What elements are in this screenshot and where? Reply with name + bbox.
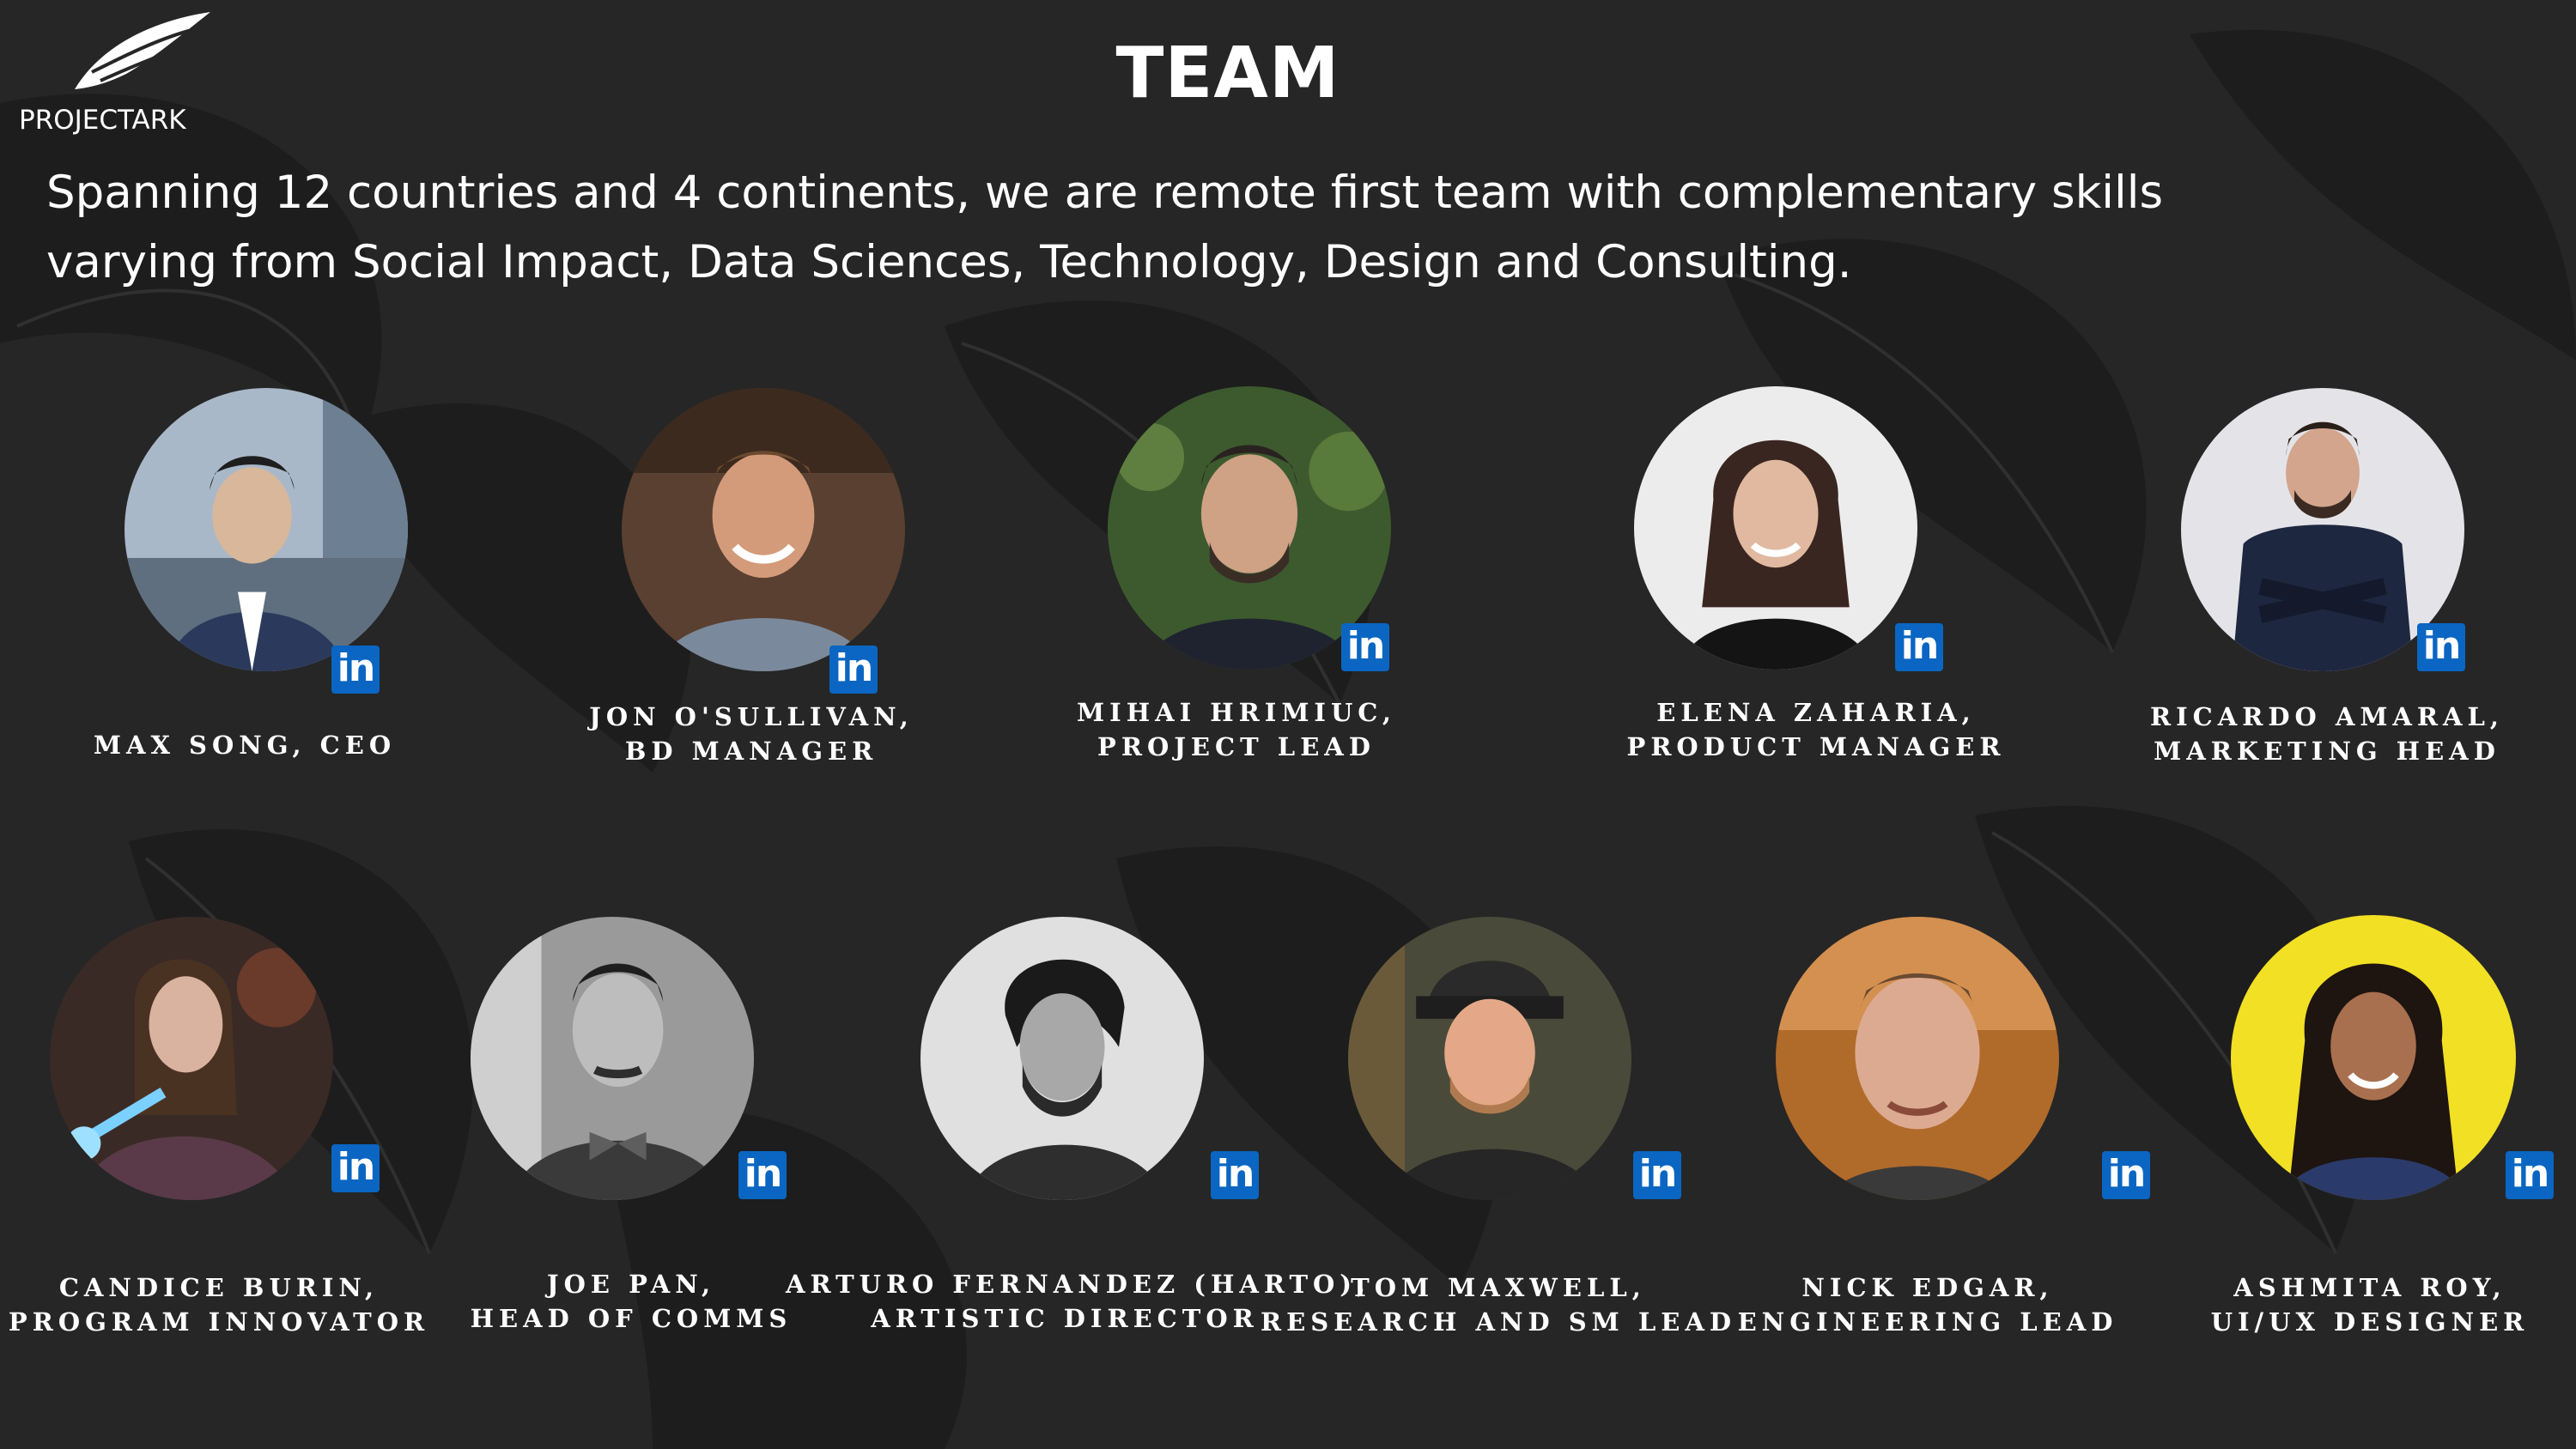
member-role: PRODUCT MANAGER	[1626, 732, 2006, 761]
member-role: PROJECT LEAD	[1097, 732, 1376, 761]
avatar	[2231, 915, 2516, 1200]
linkedin-icon[interactable]: in	[331, 646, 380, 694]
avatar	[1348, 917, 1631, 1200]
member-name: MAX SONG, CEO	[93, 731, 397, 760]
member-caption: MAX SONG, CEO	[0, 728, 524, 762]
linkedin-icon[interactable]: in	[1341, 623, 1389, 671]
member-name: ELENA ZAHARIA,	[1656, 698, 1976, 727]
avatar	[622, 388, 905, 671]
intro-line: Spanning 12 countries and 4 continents, …	[46, 167, 2164, 219]
linkedin-icon[interactable]: in	[2417, 623, 2465, 671]
member-name: RICARDO AMARAL,	[2149, 702, 2505, 731]
avatar	[1776, 917, 2059, 1200]
member-caption: ASHMITA ROY, UI/UX DESIGNER	[2091, 1270, 2576, 1339]
brand-name: PROJECTARK	[19, 105, 186, 136]
avatar	[1634, 386, 1917, 670]
linkedin-icon[interactable]: in	[1633, 1151, 1681, 1199]
member-name: JON O'SULLIVAN,	[589, 702, 914, 731]
intro-paragraph: Spanning 12 countries and 4 continents, …	[46, 158, 2537, 297]
intro-line: varying from Social Impact, Data Science…	[46, 236, 1852, 288]
member-caption: ELENA ZAHARIA, PRODUCT MANAGER	[1537, 695, 2095, 764]
wing-logo-icon	[75, 12, 210, 89]
page-title: TEAM	[1115, 33, 1340, 114]
avatar	[125, 388, 408, 671]
linkedin-icon[interactable]: in	[738, 1151, 787, 1199]
linkedin-icon[interactable]: in	[331, 1144, 380, 1192]
linkedin-icon[interactable]: in	[2102, 1151, 2150, 1199]
linkedin-icon[interactable]: in	[2506, 1151, 2554, 1199]
member-role: BD MANAGER	[624, 737, 878, 766]
avatar	[920, 917, 1204, 1200]
member-name: ASHMITA ROY,	[2233, 1273, 2506, 1302]
avatar	[50, 917, 333, 1200]
member-name: MIHAI HRIMIUC,	[1077, 698, 1396, 727]
member-role: MARKETING HEAD	[2154, 737, 2500, 766]
member-caption: MIHAI HRIMIUC, PROJECT LEAD	[957, 695, 1516, 764]
member-caption: RICARDO AMARAL, MARKETING HEAD	[2048, 700, 2576, 768]
linkedin-icon[interactable]: in	[1211, 1151, 1259, 1199]
linkedin-icon[interactable]: in	[829, 646, 878, 694]
member-role: UI/UX DESIGNER	[2210, 1307, 2530, 1337]
avatar	[471, 917, 754, 1200]
brand-logo: PROJECTARK	[19, 12, 234, 141]
linkedin-icon[interactable]: in	[1895, 623, 1943, 671]
member-caption: JON O'SULLIVAN, BD MANAGER	[472, 700, 1030, 768]
